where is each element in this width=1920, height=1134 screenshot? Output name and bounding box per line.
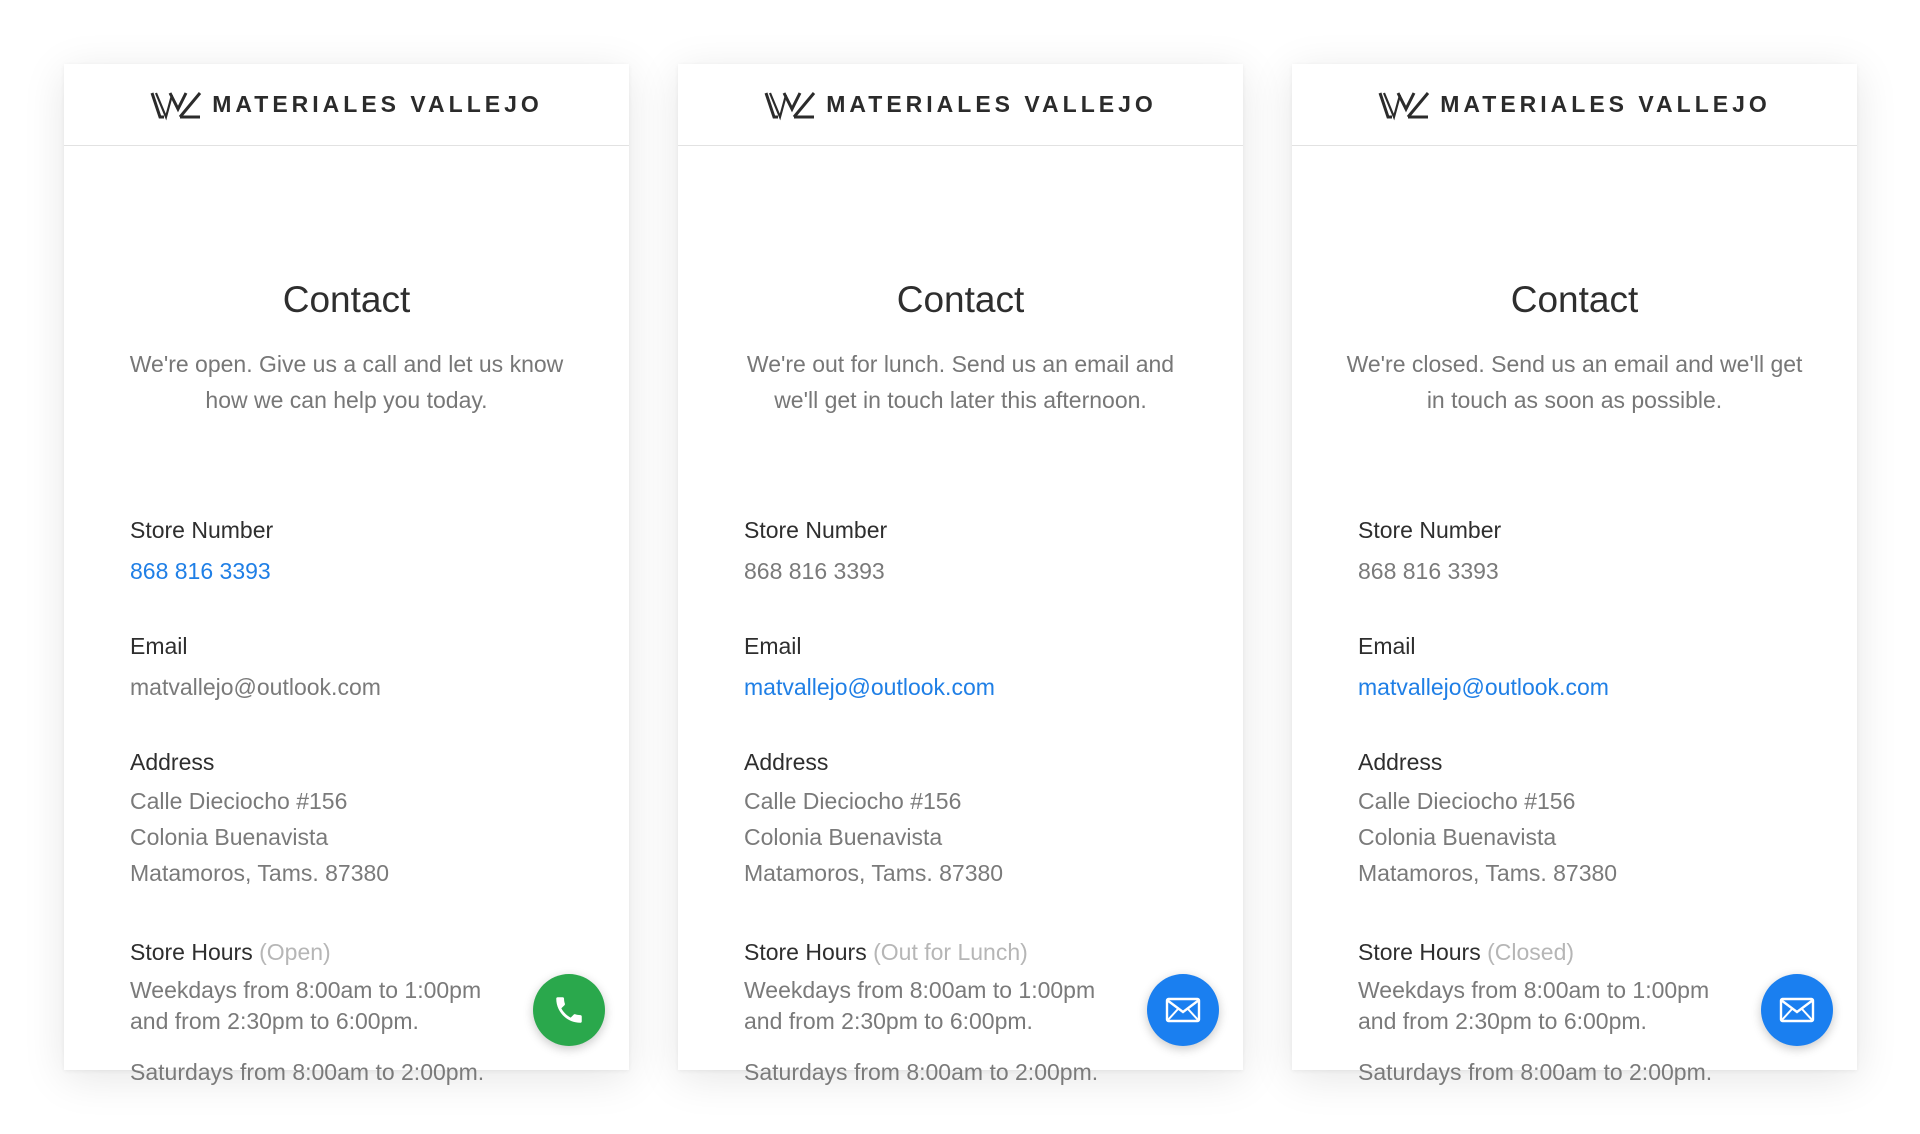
store-number-section: Store Number 868 816 3393 <box>1358 515 1797 589</box>
mail-icon <box>1165 997 1201 1023</box>
address-line: Matamoros, Tams. 87380 <box>744 860 1004 886</box>
address-section: Address Calle Dieciocho #156 Colonia Bue… <box>1358 747 1797 891</box>
address-line: Calle Dieciocho #156 <box>130 788 348 814</box>
address-line: Colonia Buenavista <box>130 824 329 850</box>
card-header: MATERIALES VALLEJO <box>64 64 629 146</box>
contact-card-open: MATERIALES VALLEJO Contact We're open. G… <box>64 64 629 1085</box>
contact-card-closed: MATERIALES VALLEJO Contact We're closed.… <box>1292 64 1857 1085</box>
email-button[interactable] <box>1147 974 1219 1046</box>
store-hours-section: Store Hours (Open) Weekdays from 8:00am … <box>130 937 569 1088</box>
call-button[interactable] <box>533 974 605 1046</box>
address-line: Colonia Buenavista <box>1358 824 1557 850</box>
store-hours-label: Store Hours <box>130 939 253 965</box>
store-number-section: Store Number 868 816 3393 <box>130 515 569 589</box>
store-status-badge: (Out for Lunch) <box>873 939 1028 965</box>
store-status-badge: (Closed) <box>1487 939 1575 965</box>
mail-icon <box>1779 997 1815 1023</box>
page-title: Contact <box>282 279 411 320</box>
status-message: We're open. Give us a call and let us kn… <box>129 351 564 413</box>
phone-icon <box>556 997 582 1023</box>
email-section: Email matvallejo@outlook.com <box>1358 631 1797 705</box>
address-line: Calle Dieciocho #156 <box>744 788 962 814</box>
brand-name: MATERIALES VALLEJO <box>212 91 543 117</box>
weekday-hours: Weekdays from 8:00am to 1:00pm and from … <box>130 977 482 1034</box>
contact-cards-showcase: MATERIALES VALLEJO Contact We're open. G… <box>0 0 1920 1134</box>
brand-name: MATERIALES VALLEJO <box>1440 91 1771 117</box>
store-hours-section: Store Hours (Out for Lunch) Weekdays fro… <box>744 937 1183 1088</box>
store-hours-heading: Store Hours (Closed) <box>1358 937 1797 967</box>
store-number-label: Store Number <box>130 517 274 543</box>
status-message: We're out for lunch. Send us an email an… <box>746 351 1175 413</box>
email-label: Email <box>744 633 802 659</box>
store-hours-heading: Store Hours (Out for Lunch) <box>744 937 1183 967</box>
brand-logo-icon <box>1378 91 1430 120</box>
store-hours-section: Store Hours (Closed) Weekdays from 8:00a… <box>1358 937 1797 1088</box>
store-number-label: Store Number <box>1358 517 1502 543</box>
email-section: Email matvallejo@outlook.com <box>130 631 569 705</box>
email-section: Email matvallejo@outlook.com <box>744 631 1183 705</box>
weekday-hours: Weekdays from 8:00am to 1:00pm and from … <box>744 977 1096 1034</box>
store-hours-heading: Store Hours (Open) <box>130 937 569 967</box>
brand-logo-icon <box>764 91 816 120</box>
store-hours-label: Store Hours <box>1358 939 1481 965</box>
address-label: Address <box>744 749 829 775</box>
email-link[interactable]: matvallejo@outlook.com <box>1358 669 1797 705</box>
email-value: matvallejo@outlook.com <box>130 674 381 700</box>
saturday-hours: Saturdays from 8:00am to 2:00pm. <box>744 1059 1099 1085</box>
store-number-label: Store Number <box>744 517 888 543</box>
email-button[interactable] <box>1761 974 1833 1046</box>
store-number-value: 868 816 3393 <box>1358 558 1499 584</box>
address-label: Address <box>130 749 215 775</box>
card-header: MATERIALES VALLEJO <box>1292 64 1857 146</box>
address-label: Address <box>1358 749 1443 775</box>
saturday-hours: Saturdays from 8:00am to 2:00pm. <box>130 1059 485 1085</box>
contact-card-lunch: MATERIALES VALLEJO Contact We're out for… <box>678 64 1243 1085</box>
address-line: Matamoros, Tams. 87380 <box>1358 860 1618 886</box>
store-number-link[interactable]: 868 816 3393 <box>130 553 569 589</box>
page-title: Contact <box>896 279 1025 320</box>
address-line: Calle Dieciocho #156 <box>1358 788 1576 814</box>
address-line: Colonia Buenavista <box>744 824 943 850</box>
brand-logo-icon <box>150 91 202 120</box>
status-message: We're closed. Send us an email and we'll… <box>1346 351 1803 413</box>
address-section: Address Calle Dieciocho #156 Colonia Bue… <box>130 747 569 891</box>
store-number-value: 868 816 3393 <box>744 558 885 584</box>
weekday-hours: Weekdays from 8:00am to 1:00pm and from … <box>1358 977 1710 1034</box>
card-header: MATERIALES VALLEJO <box>678 64 1243 146</box>
saturday-hours: Saturdays from 8:00am to 2:00pm. <box>1358 1059 1713 1085</box>
email-label: Email <box>130 633 188 659</box>
brand-name: MATERIALES VALLEJO <box>826 91 1157 117</box>
store-hours-label: Store Hours <box>744 939 867 965</box>
email-label: Email <box>1358 633 1416 659</box>
store-number-section: Store Number 868 816 3393 <box>744 515 1183 589</box>
address-line: Matamoros, Tams. 87380 <box>130 860 390 886</box>
store-status-badge: (Open) <box>259 939 331 965</box>
address-section: Address Calle Dieciocho #156 Colonia Bue… <box>744 747 1183 891</box>
page-title: Contact <box>1510 279 1639 320</box>
email-link[interactable]: matvallejo@outlook.com <box>744 669 1183 705</box>
